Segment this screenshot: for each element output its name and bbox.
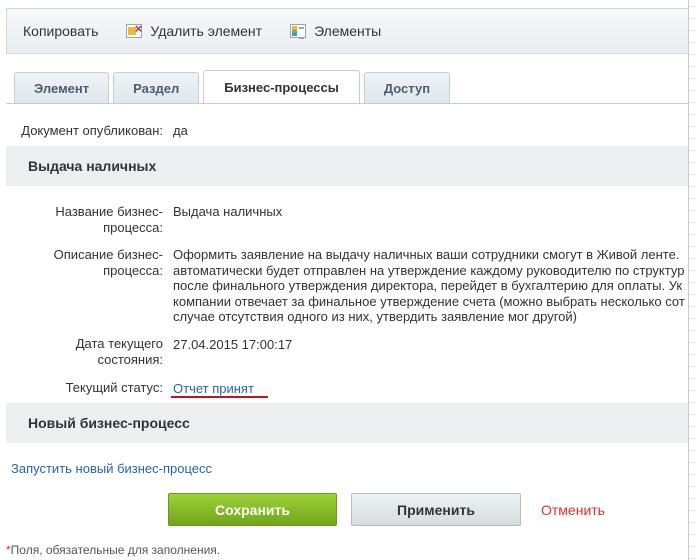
current-status-link[interactable]: Отчет принят: [173, 381, 254, 397]
process-name-value: Выдача наличных: [173, 204, 283, 219]
process-section-header: Выдача наличных: [6, 146, 688, 186]
process-section-title: Выдача наличных: [28, 158, 157, 174]
process-desc-line: Оформить заявление на выдачу наличных ва…: [173, 247, 680, 262]
elements-button[interactable]: Элементы: [290, 23, 381, 39]
tab-business-processes[interactable]: Бизнес-процессы: [203, 70, 360, 103]
process-desc-value: Оформить заявление на выдачу наличных ва…: [173, 247, 688, 325]
process-desc-line: автоматически будет отправлен на утвержд…: [173, 262, 685, 278]
required-fields-note: *Поля, обязательные для заполнения.: [6, 543, 220, 557]
copy-label: Копировать: [23, 23, 99, 39]
process-desc-label-line2: процесса:: [103, 263, 163, 278]
save-button[interactable]: Сохранить: [168, 493, 337, 526]
process-desc-line: случае отсутствия одного из них, утверди…: [173, 309, 577, 324]
process-name-label-line1: Название бизнес-: [55, 204, 163, 219]
delete-label: Удалить элемент: [150, 23, 263, 39]
tab-divider: [6, 103, 688, 104]
delete-element-button[interactable]: Удалить элемент: [126, 21, 263, 39]
delete-icon: [126, 21, 143, 38]
state-date-value: 27.04.2015 17:00:17: [173, 337, 293, 352]
new-process-section-header: Новый бизнес-процесс: [6, 403, 688, 443]
state-date-label-line2: состояния:: [97, 352, 163, 367]
apply-button[interactable]: Применить: [351, 493, 521, 526]
status-highlight-underline: [171, 396, 268, 398]
tab-access-label: Доступ: [383, 80, 431, 96]
start-new-process-link[interactable]: Запустить новый бизнес-процесс: [11, 461, 212, 477]
new-process-section-title: Новый бизнес-процесс: [28, 415, 190, 431]
tab-business-processes-label: Бизнес-процессы: [224, 79, 339, 95]
published-value: да: [173, 123, 188, 138]
cancel-button-label: Отменить: [541, 502, 605, 518]
state-date-label-line1: Дата текущего: [75, 336, 163, 351]
required-note-text: Поля, обязательные для заполнения.: [10, 543, 221, 557]
tab-element[interactable]: Элемент: [14, 72, 110, 103]
elements-list-icon: [290, 24, 307, 39]
process-desc-label-line1: Описание бизнес-: [53, 247, 163, 262]
tab-section[interactable]: Раздел: [113, 72, 200, 103]
process-desc-label: Описание бизнес- процесса:: [6, 247, 163, 279]
state-date-label: Дата текущего состояния:: [6, 336, 163, 368]
tab-section-label: Раздел: [133, 80, 180, 96]
process-name-label-line2: процесса:: [103, 220, 163, 235]
process-name-label: Название бизнес- процесса:: [6, 204, 163, 236]
process-desc-line: компании отвечает за финальное утвержден…: [173, 293, 685, 309]
apply-button-label: Применить: [397, 501, 475, 518]
torn-edge: [688, 0, 696, 560]
toolbar: Копировать Удалить элемент Элементы: [6, 8, 688, 54]
save-button-label: Сохранить: [215, 501, 290, 518]
process-desc-line: после финального утверждения директора, …: [173, 278, 683, 293]
tab-element-label: Элемент: [34, 80, 90, 96]
cancel-button[interactable]: Отменить: [541, 502, 605, 518]
tab-bar: Элемент Раздел Бизнес-процессы Доступ: [14, 70, 454, 103]
tab-access[interactable]: Доступ: [363, 72, 451, 103]
published-label: Документ опубликован:: [21, 123, 163, 138]
current-status-label: Текущий статус:: [65, 380, 163, 395]
copy-button[interactable]: Копировать: [23, 23, 98, 39]
elements-label: Элементы: [314, 23, 382, 39]
